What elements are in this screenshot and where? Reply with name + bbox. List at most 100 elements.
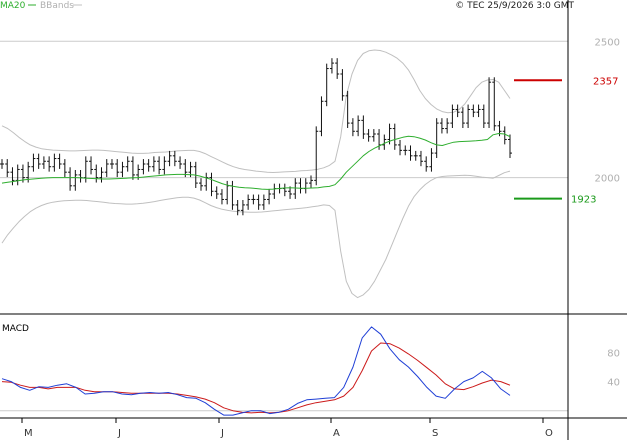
ohlc-bar xyxy=(324,63,329,107)
resistance-label: 2357 xyxy=(593,76,618,87)
ohlc-bar xyxy=(487,77,492,128)
ohlc-bar xyxy=(267,189,272,205)
x-tick-label: O xyxy=(545,428,553,439)
ohlc-bar xyxy=(141,159,146,175)
x-axis: MJJASO xyxy=(21,418,553,439)
ohlc-bar xyxy=(445,118,450,134)
ohlc-bar xyxy=(73,170,78,191)
ohlc-bar xyxy=(104,159,109,178)
ohlc-bar xyxy=(57,153,62,169)
macd-panel: 80 40 xyxy=(0,326,620,416)
support-label: 1923 xyxy=(571,195,596,206)
bb-lower-line xyxy=(1,170,511,299)
ohlc-bar xyxy=(366,129,371,142)
ohlc-bar xyxy=(392,123,397,150)
ohlc-bar xyxy=(371,129,376,142)
ohlc-bar xyxy=(15,164,20,186)
price-y-tick-label: 2500 xyxy=(595,37,620,48)
ohlc-bar xyxy=(78,170,83,183)
ohlc-bar xyxy=(303,178,308,194)
ohlc-bar xyxy=(89,156,94,175)
ma-legend-label: MA20 xyxy=(0,1,26,11)
ohlc-bar xyxy=(450,104,455,128)
ohlc-bar xyxy=(424,156,429,172)
ohlc-bar xyxy=(172,150,177,167)
ohlc-bar xyxy=(68,167,73,191)
ohlc-bars xyxy=(0,58,512,216)
ohlc-bar xyxy=(199,178,204,191)
ohlc-bar xyxy=(466,104,471,128)
ohlc-bar xyxy=(109,159,114,169)
ohlc-bar xyxy=(214,186,219,199)
ohlc-bar xyxy=(413,150,418,161)
copyright-text: © TEC 25/9/2026 3:0 GMT xyxy=(455,1,574,11)
ohlc-bar xyxy=(125,156,130,172)
x-tick-label: J xyxy=(117,428,121,439)
ohlc-bar xyxy=(261,194,266,210)
ohlc-bar xyxy=(146,159,151,172)
ohlc-bar xyxy=(94,164,99,183)
ohlc-bar xyxy=(130,156,135,180)
ohlc-bar xyxy=(298,178,303,194)
ohlc-bar xyxy=(481,104,486,128)
ohlc-bar xyxy=(209,172,214,197)
ohlc-bar xyxy=(157,156,162,175)
ohlc-bar xyxy=(282,183,287,197)
ma20-line-group xyxy=(1,133,511,190)
ohlc-bar xyxy=(335,58,340,79)
ohlc-bar xyxy=(434,118,439,158)
ohlc-bar xyxy=(314,126,319,186)
ohlc-bar xyxy=(52,153,57,172)
ohlc-bar xyxy=(36,153,41,169)
ohlc-bar xyxy=(230,180,235,210)
ohlc-bar xyxy=(429,148,434,172)
ohlc-bar xyxy=(508,134,512,158)
ohlc-bar xyxy=(471,104,476,118)
ohlc-bar xyxy=(476,104,481,118)
ohlc-bar xyxy=(219,189,224,205)
bbands-legend-label: BBands xyxy=(40,1,74,11)
ohlc-bar xyxy=(151,156,156,172)
ohlc-bar xyxy=(251,194,256,205)
ohlc-bar xyxy=(62,159,67,178)
ohlc-bar xyxy=(403,145,408,156)
ohlc-bar xyxy=(115,159,120,178)
ohlc-bar xyxy=(256,194,261,210)
macd-y-axis-ticks: 80 40 xyxy=(607,348,620,388)
macd-signal-line xyxy=(1,342,511,414)
ohlc-bar xyxy=(178,156,183,169)
ohlc-bar xyxy=(408,145,413,161)
ohlc-bar xyxy=(0,159,4,169)
bollinger-bands xyxy=(1,49,511,299)
chart-canvas: MA20 BBands © TEC 25/9/2026 3:0 GMT 2500… xyxy=(0,0,627,440)
macd-panel-label: MACD xyxy=(2,324,29,334)
x-tick-label: M xyxy=(24,428,33,439)
ohlc-bar xyxy=(5,159,10,178)
macd-y-tick-label: 40 xyxy=(607,378,620,389)
ohlc-bar xyxy=(361,115,366,139)
ohlc-bar xyxy=(272,183,277,199)
ohlc-bar xyxy=(99,167,104,183)
ohlc-bar xyxy=(460,107,465,128)
ohlc-bar xyxy=(31,153,36,172)
x-tick-label: A xyxy=(333,428,340,439)
ohlc-bar xyxy=(41,156,46,169)
ohlc-bar xyxy=(246,194,251,210)
ohlc-bar xyxy=(167,150,172,167)
ohlc-bar xyxy=(398,140,403,156)
price-y-tick-label: 2000 xyxy=(595,174,620,185)
macd-line xyxy=(1,326,511,416)
ohlc-bar xyxy=(120,161,125,178)
macd-lines xyxy=(1,326,511,416)
ohlc-bar xyxy=(382,134,387,150)
ohlc-bar xyxy=(240,200,245,216)
ohlc-bar xyxy=(319,96,324,137)
ohlc-bar xyxy=(418,150,423,167)
x-tick-label: J xyxy=(220,428,224,439)
ohlc-bar xyxy=(340,69,345,101)
price-panel: 2500 2000 xyxy=(0,37,620,299)
ohlc-bar xyxy=(235,200,240,216)
ohlc-bar xyxy=(162,156,167,175)
macd-y-tick-label: 80 xyxy=(607,348,620,359)
x-tick-label: S xyxy=(432,428,438,439)
